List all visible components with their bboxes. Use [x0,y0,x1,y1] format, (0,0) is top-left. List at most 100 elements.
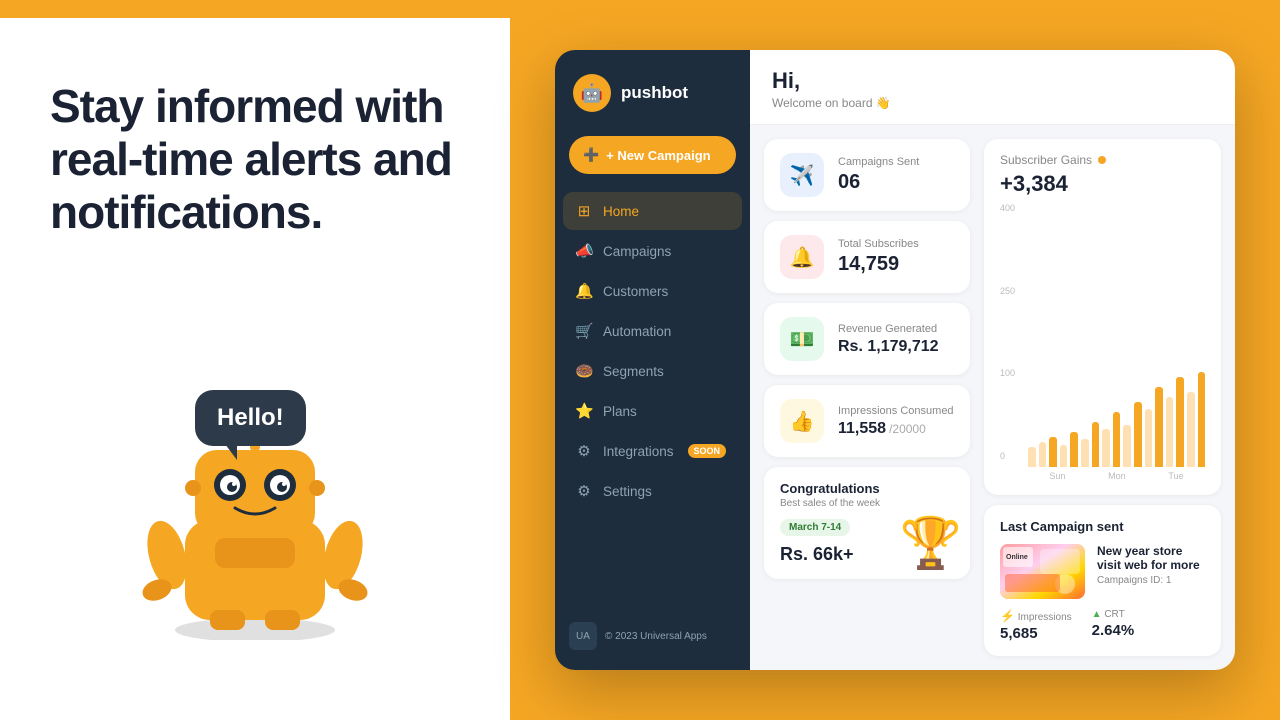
x-label-sun: Sun [1049,471,1065,481]
stat-card-subscribers: 🔔 Total Subscribes 14,759 [764,221,970,293]
chart-bar [1060,445,1068,467]
main-content: Hi, Welcome on board 👋 ✈️ Campaigns Sent… [750,50,1235,670]
impressions-info: Impressions Consumed 11,558 /20000 [838,405,954,438]
plus-icon: ➕ [583,147,599,163]
logo-text: pushbot [621,83,688,103]
campaign-card-title: Last Campaign sent [1000,519,1205,534]
campaigns-sent-label: Campaigns Sent [838,156,919,168]
integrations-label: Integrations [603,444,674,459]
y-label-250: 250 [1000,286,1015,296]
app-card: 🤖 pushbot ➕ + New Campaign ⊞ Home 📣 Camp… [555,50,1235,670]
congratulations-card: Congratulations Best sales of the week M… [764,467,970,579]
subscribers-value: 14,759 [838,253,919,276]
nav-items: ⊞ Home 📣 Campaigns 🔔 Customers 🛒 Automat… [555,192,750,608]
bars-wrapper [1028,203,1205,471]
campaign-thumb-svg: Online [1000,544,1085,599]
chart-header: Subscriber Gains [1000,153,1205,167]
metric-impressions-value: 5,685 [1000,625,1072,642]
automation-label: Automation [603,324,671,339]
metric-impressions: ⚡ Impressions 5,685 [1000,609,1072,642]
svg-text:Online: Online [1006,554,1028,561]
stat-card-revenue: 💵 Revenue Generated Rs. 1,179,712 [764,303,970,375]
sidebar-logo: 🤖 pushbot [555,50,750,132]
right-panel: 🤖 pushbot ➕ + New Campaign ⊞ Home 📣 Camp… [510,0,1280,720]
sidebar-item-customers[interactable]: 🔔 Customers [563,272,742,310]
sidebar-item-automation[interactable]: 🛒 Automation [563,312,742,350]
robot-area: Hello! [50,239,460,680]
chart-bar [1092,422,1100,467]
customers-icon: 🔔 [575,282,593,300]
robot-container: Hello! [95,360,415,640]
customers-label: Customers [603,284,668,299]
main-header: Hi, Welcome on board 👋 [750,50,1235,125]
date-badge: March 7-14 [780,519,850,536]
chart-bar [1155,387,1163,467]
right-section: Subscriber Gains +3,384 400 250 100 0 [980,125,1235,670]
sidebar-item-campaigns[interactable]: 📣 Campaigns [563,232,742,270]
top-bar [0,0,510,18]
metric-crt: ▲ CRT 2.64% [1092,609,1135,642]
segments-icon: 🍩 [575,362,593,380]
chart-bar [1123,425,1131,467]
campaigns-sent-icon: ✈️ [780,153,824,197]
campaign-name: New year store visit web for more [1097,544,1205,572]
chart-value: +3,384 [1000,171,1205,197]
y-label-100: 100 [1000,368,1015,378]
metric-impressions-label: ⚡ Impressions [1000,609,1072,623]
chart-title: Subscriber Gains [1000,153,1092,167]
campaign-metrics: ⚡ Impressions 5,685 ▲ CRT 2.64% [1000,609,1205,642]
home-icon: ⊞ [575,202,593,220]
chart-bar [1070,432,1078,467]
impressions-value: 11,558 [838,420,886,438]
sidebar-item-plans[interactable]: ⭐ Plans [563,392,742,430]
left-panel: Stay informed with real-time alerts and … [0,0,510,720]
impressions-row: 11,558 /20000 [838,420,954,438]
subscribers-icon: 🔔 [780,235,824,279]
speech-bubble: Hello! [195,390,306,446]
impressions-total: /20000 [889,422,926,436]
integrations-icon: ⚙ [575,442,593,460]
chart-bar [1176,377,1184,467]
new-campaign-label: + New Campaign [606,148,710,163]
impressions-label: Impressions Consumed [838,405,954,417]
automation-icon: 🛒 [575,322,593,340]
plans-label: Plans [603,404,637,419]
chart-bar [1081,439,1089,467]
stats-section: ✈️ Campaigns Sent 06 🔔 Total Subscribes … [750,125,980,670]
sidebar-item-home[interactable]: ⊞ Home [563,192,742,230]
campaign-id: Campaigns ID: 1 [1097,575,1205,586]
revenue-value: Rs. 1,179,712 [838,338,939,356]
new-campaign-button[interactable]: ➕ + New Campaign [569,136,736,174]
footer-logo: UA [569,622,597,650]
sidebar: 🤖 pushbot ➕ + New Campaign ⊞ Home 📣 Camp… [555,50,750,670]
subscribers-label: Total Subscribes [838,238,919,250]
trophy-icon: 🏆 [900,514,962,573]
stat-card-impressions: 👍 Impressions Consumed 11,558 /20000 [764,385,970,457]
lightning-icon: ⚡ [1000,609,1015,623]
revenue-icon: 💵 [780,317,824,361]
chart-area: 400 250 100 0 Sun Mon Tue [1000,203,1205,481]
impressions-icon: 👍 [780,399,824,443]
best-sales-label: Best sales of the week [780,498,954,509]
campaigns-sent-value: 06 [838,171,919,194]
chart-y-labels: 400 250 100 0 [1000,203,1015,461]
x-label-mon: Mon [1108,471,1126,481]
sidebar-item-settings[interactable]: ⚙ Settings [563,472,742,510]
settings-icon: ⚙ [575,482,593,500]
chart-bar [1049,437,1057,467]
chart-x-labels: Sun Mon Tue [1028,471,1205,481]
chart-bars-container: Sun Mon Tue [1028,203,1205,481]
campaign-thumb-inner: Online [1000,544,1085,599]
segments-label: Segments [603,364,664,379]
campaigns-label: Campaigns [603,244,671,259]
main-body: ✈️ Campaigns Sent 06 🔔 Total Subscribes … [750,125,1235,670]
last-campaign-card: Last Campaign sent [984,505,1221,656]
y-label-0: 0 [1000,451,1015,461]
home-label: Home [603,204,639,219]
chart-bar [1113,412,1121,467]
sidebar-item-segments[interactable]: 🍩 Segments [563,352,742,390]
sidebar-item-integrations[interactable]: ⚙ Integrations SOON [563,432,742,470]
logo-icon: 🤖 [573,74,611,112]
campaign-row: Online New year store visit web for more [1000,544,1205,599]
campaign-thumbnail: Online [1000,544,1085,599]
